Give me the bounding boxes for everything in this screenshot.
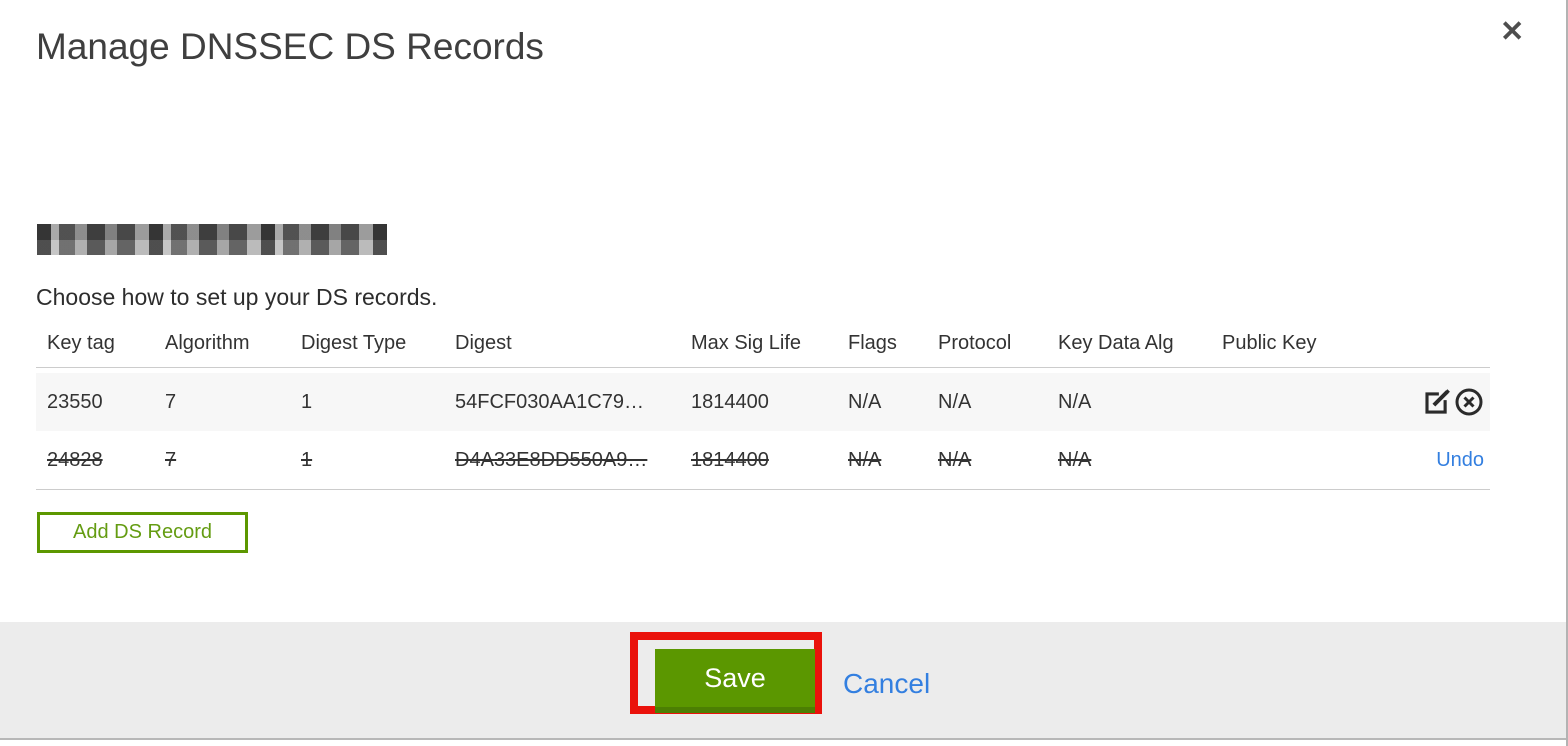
cell-digest-type: 1 bbox=[301, 390, 313, 413]
table-header-row: Key tag Algorithm Digest Type Digest Max… bbox=[36, 332, 1490, 368]
column-header-key-tag: Key tag bbox=[47, 332, 115, 354]
cell-protocol: N/A bbox=[938, 390, 972, 413]
table-row: 24828 7 1 D4A33E8DD550A9… 1814400 N/A N/… bbox=[36, 431, 1490, 490]
column-header-digest-type: Digest Type bbox=[301, 332, 407, 354]
cancel-link[interactable]: Cancel bbox=[843, 668, 930, 700]
cell-flags: N/A bbox=[848, 448, 882, 471]
ds-records-table: Key tag Algorithm Digest Type Digest Max… bbox=[36, 332, 1490, 490]
cell-algorithm: 7 bbox=[165, 390, 177, 413]
cell-max-sig-life: 1814400 bbox=[691, 448, 769, 471]
manage-dnssec-ds-records-modal: Manage DNSSEC DS Records ✕ Choose how to… bbox=[0, 0, 1568, 746]
table-row: 23550 7 1 54FCF030AA1C79… 1814400 N/A N/… bbox=[36, 373, 1490, 431]
delete-record-icon[interactable] bbox=[1454, 387, 1484, 417]
cell-key-data-alg: N/A bbox=[1058, 390, 1092, 413]
row-actions bbox=[1332, 387, 1490, 417]
footer-bar: Save Cancel bbox=[0, 622, 1566, 740]
add-ds-record-button[interactable]: Add DS Record bbox=[37, 512, 248, 553]
close-icon[interactable]: ✕ bbox=[1500, 18, 1524, 47]
cell-protocol: N/A bbox=[938, 448, 972, 471]
edit-record-icon[interactable] bbox=[1422, 387, 1452, 417]
instruction-text: Choose how to set up your DS records. bbox=[36, 284, 438, 310]
cell-flags: N/A bbox=[848, 390, 882, 413]
cell-digest: D4A33E8DD550A9… bbox=[455, 448, 648, 471]
undo-link[interactable]: Undo bbox=[1436, 449, 1484, 472]
cell-max-sig-life: 1814400 bbox=[691, 390, 769, 413]
cell-algorithm: 7 bbox=[165, 448, 177, 471]
column-header-protocol: Protocol bbox=[938, 332, 1012, 354]
cell-key-data-alg: N/A bbox=[1058, 448, 1092, 471]
cell-digest: 54FCF030AA1C79… bbox=[455, 390, 644, 413]
column-header-public-key: Public Key bbox=[1222, 332, 1317, 354]
page-title: Manage DNSSEC DS Records bbox=[36, 26, 544, 67]
save-button[interactable]: Save bbox=[655, 649, 815, 713]
cell-key-tag: 23550 bbox=[47, 390, 103, 413]
column-header-flags: Flags bbox=[848, 332, 897, 354]
redacted-domain-name bbox=[37, 224, 387, 255]
column-header-key-data-alg: Key Data Alg bbox=[1058, 332, 1174, 354]
cell-digest-type: 1 bbox=[301, 448, 313, 471]
column-header-max-sig-life: Max Sig Life bbox=[691, 332, 802, 354]
row-actions: Undo bbox=[1332, 449, 1490, 472]
column-header-algorithm: Algorithm bbox=[165, 332, 250, 354]
cell-key-tag: 24828 bbox=[47, 448, 103, 471]
column-header-digest: Digest bbox=[455, 332, 512, 354]
